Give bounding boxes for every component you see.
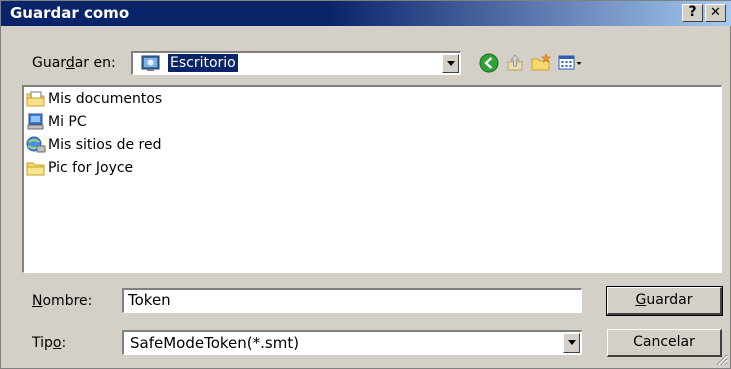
list-item[interactable]: Pic for Joyce bbox=[26, 158, 133, 178]
back-arrow-icon bbox=[479, 53, 499, 73]
save-as-dialog: Guardar como ? ✕ Guardar en: Escritorio bbox=[0, 0, 731, 369]
current-folder-name: Escritorio bbox=[167, 53, 239, 73]
window-title: Guardar como bbox=[10, 4, 130, 22]
my-computer-icon bbox=[26, 113, 46, 131]
desktop-icon bbox=[141, 54, 161, 77]
up-folder-icon bbox=[507, 54, 523, 71]
network-places-icon bbox=[26, 136, 46, 154]
filetype-label: Tipo: bbox=[32, 335, 67, 351]
my-documents-icon bbox=[26, 90, 46, 108]
save-in-label: Guardar en: bbox=[32, 55, 116, 71]
folder-icon bbox=[26, 159, 46, 177]
list-item[interactable]: Mis documentos bbox=[26, 89, 162, 109]
resize-grip-icon[interactable] bbox=[716, 354, 728, 366]
file-list[interactable]: Mis documentos Mi PC Mis sitios de red P… bbox=[22, 85, 722, 273]
create-new-folder-button[interactable] bbox=[530, 52, 552, 74]
cancel-button[interactable]: Cancelar bbox=[607, 329, 722, 357]
back-button[interactable] bbox=[478, 52, 500, 74]
save-button[interactable]: Guardar bbox=[606, 286, 723, 316]
close-button[interactable]: ✕ bbox=[705, 4, 726, 22]
up-one-level-button[interactable] bbox=[504, 52, 526, 74]
title-bar[interactable]: Guardar como ? ✕ bbox=[1, 1, 731, 26]
new-folder-icon bbox=[531, 53, 551, 71]
view-menu-button[interactable] bbox=[558, 52, 584, 74]
list-item[interactable]: Mi PC bbox=[26, 112, 87, 132]
help-button[interactable]: ? bbox=[682, 4, 703, 22]
list-item[interactable]: Mis sitios de red bbox=[26, 135, 161, 155]
filename-label: Nombre: bbox=[32, 293, 93, 309]
filetype-dropdown-arrow[interactable] bbox=[563, 333, 580, 353]
save-in-dropdown-arrow[interactable] bbox=[442, 54, 459, 73]
save-in-dropdown[interactable]: Escritorio bbox=[131, 51, 461, 75]
view-menu-icon bbox=[558, 55, 582, 70]
filename-input[interactable]: Token bbox=[122, 288, 582, 313]
filetype-value: SafeModeToken(*.smt) bbox=[130, 334, 300, 352]
filetype-dropdown[interactable]: SafeModeToken(*.smt) bbox=[122, 330, 582, 355]
